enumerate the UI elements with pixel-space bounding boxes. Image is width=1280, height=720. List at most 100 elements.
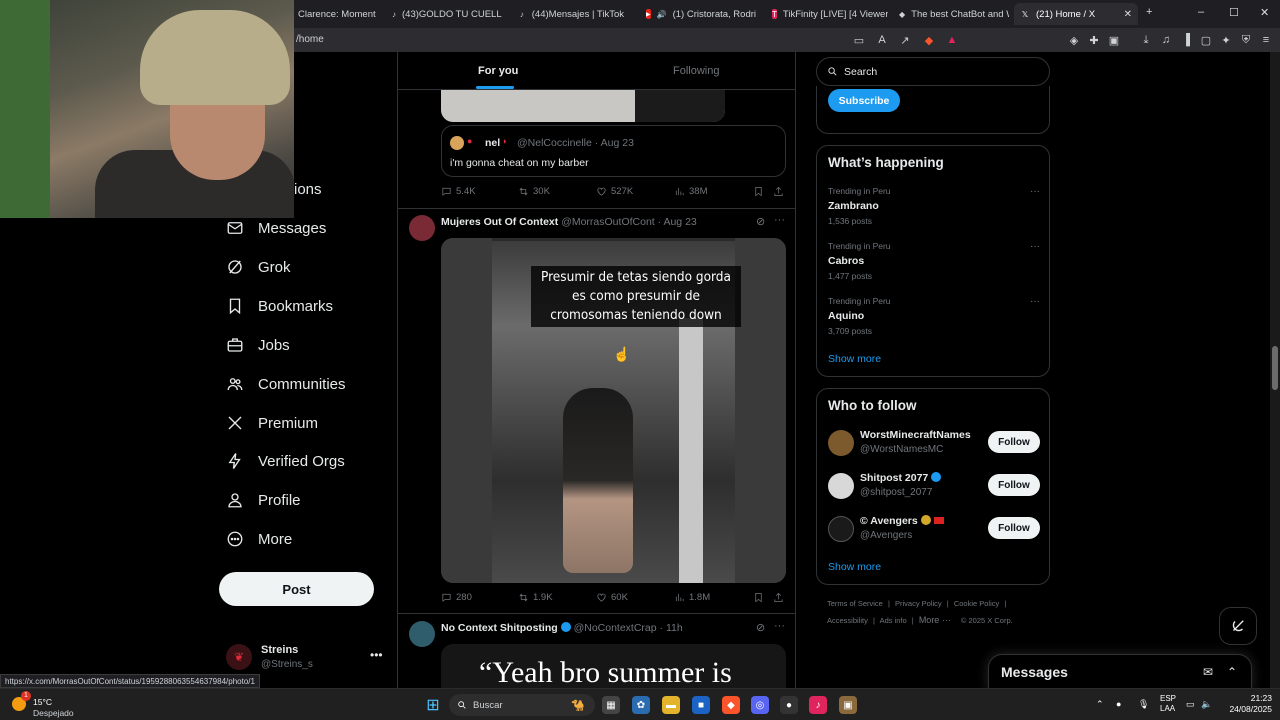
windows-start-icon[interactable]: ⊞ — [424, 696, 442, 714]
tab-capture-icon[interactable]: ▣ — [1107, 34, 1121, 47]
ads-info-link[interactable]: Ads info — [880, 616, 907, 625]
more-dots-icon[interactable]: ··· — [774, 620, 785, 632]
file-explorer-icon[interactable]: ▬ — [662, 696, 680, 714]
extensions-icon[interactable]: ✚ — [1087, 34, 1101, 47]
nav-item-bookmarks[interactable]: Bookmarks — [226, 291, 333, 321]
nav-item-profile[interactable]: Profile — [226, 485, 301, 515]
share-button[interactable] — [773, 592, 784, 603]
bookmark-button[interactable] — [753, 186, 764, 197]
views-button[interactable]: 1.8M — [674, 592, 710, 603]
tab-for-you[interactable]: For you — [478, 65, 518, 77]
more-dots-icon[interactable]: ··· — [774, 214, 785, 226]
cookie-link[interactable]: Cookie Policy — [954, 599, 999, 608]
like-button[interactable]: 527K — [596, 186, 633, 197]
follow-suggestion[interactable]: © Avengers @Avengers Follow — [828, 512, 1040, 546]
author-handle[interactable]: @MorrasOutOfCont · Aug 23 — [561, 216, 697, 228]
chevron-up-icon[interactable]: ⌃ — [1096, 699, 1104, 710]
minimize-button[interactable]: – — [1198, 6, 1204, 18]
more-dots-icon[interactable]: ··· — [1030, 296, 1040, 307]
browser-tab[interactable]: ▶ 🔊 (1) Cristorata, Rodrigo — [640, 3, 756, 25]
clock[interactable]: 21:23 24/08/2025 — [1226, 693, 1272, 715]
scrollbar-thumb[interactable] — [1272, 346, 1278, 390]
share-icon[interactable]: ↗ — [898, 34, 912, 47]
weather-widget[interactable]: 1 15°C Despejado — [12, 691, 82, 719]
maximize-button[interactable]: ☐ — [1229, 6, 1239, 19]
brave-icon[interactable]: ◆ — [722, 696, 740, 714]
tiktok-live-icon[interactable]: ♪ — [809, 696, 827, 714]
subscribe-button[interactable]: Subscribe — [828, 89, 900, 112]
obs-icon[interactable]: ● — [780, 696, 798, 714]
more-link[interactable]: More ··· — [919, 615, 951, 625]
avatar[interactable] — [409, 621, 435, 647]
trend-item[interactable]: Trending in Peru Cabros 1,477 posts ··· — [828, 241, 1040, 283]
menu-icon[interactable]: ≡ — [1259, 34, 1273, 46]
wallet-icon[interactable]: ▢ — [1199, 34, 1213, 47]
nav-item-jobs[interactable]: Jobs — [226, 330, 290, 360]
author-name[interactable]: Mujeres Out Of Context — [441, 216, 558, 228]
reply-button[interactable]: 5.4K — [441, 186, 476, 197]
new-tab-button[interactable]: + — [1146, 6, 1152, 18]
nav-item-premium[interactable]: Premium — [226, 408, 318, 438]
rewards-icon[interactable]: ▲ — [945, 34, 959, 46]
follow-suggestion[interactable]: WorstMinecraftNames @WorstNamesMC Follow — [828, 426, 1040, 460]
taskbar-search[interactable]: Buscar 🐪 — [449, 694, 595, 716]
trend-item[interactable]: Trending in Peru Aquino 3,709 posts ··· — [828, 296, 1040, 338]
accessibility-link[interactable]: Accessibility — [827, 616, 868, 625]
nav-item-grok[interactable]: Grok — [226, 252, 291, 282]
tweet-video[interactable]: Presumir de tetas siendo gorda es como p… — [441, 238, 786, 583]
views-button[interactable]: 38M — [674, 186, 707, 197]
store-icon[interactable]: ■ — [692, 696, 710, 714]
url-field[interactable]: /home — [296, 34, 324, 45]
nav-item-verified-orgs[interactable]: Verified Orgs — [226, 446, 345, 476]
browser-tab[interactable]: ♪ (44)Mensajes | TikTok — [512, 3, 630, 25]
grok-icon[interactable]: ⊘ — [756, 621, 765, 634]
bookmark-button[interactable] — [753, 592, 764, 603]
grok-icon[interactable]: ⊘ — [756, 215, 765, 228]
media-icon[interactable]: ♫ — [1159, 34, 1173, 46]
app-tray-icon[interactable]: ● — [1116, 699, 1121, 709]
close-window-button[interactable]: ✕ — [1260, 6, 1269, 19]
download-icon[interactable]: ⤓ — [1139, 34, 1153, 47]
show-more-link[interactable]: Show more — [828, 561, 881, 573]
browser-tab[interactable]: Clarence: Momentos d — [292, 3, 376, 25]
leo-icon[interactable]: ◈ — [1067, 34, 1081, 47]
author-handle[interactable]: @NoContextCrap · 11h — [574, 622, 683, 634]
language-indicator[interactable]: ESP LAA — [1160, 694, 1176, 714]
app-icon[interactable]: ▣ — [839, 696, 857, 714]
tab-following[interactable]: Following — [673, 65, 719, 77]
more-dots-icon[interactable]: ··· — [1030, 186, 1040, 197]
network-icon[interactable]: ▭ — [1186, 699, 1195, 710]
microphone-icon[interactable]: 🎙 — [1138, 699, 1149, 710]
browser-tab[interactable]: ◆ The best ChatBot and Wid — [893, 3, 1009, 25]
cast-icon[interactable]: ▭ — [852, 34, 866, 47]
follow-button[interactable]: Follow — [988, 474, 1040, 496]
share-button[interactable] — [773, 186, 784, 197]
browser-tab[interactable]: T TikFinity [LIVE] [4 Viewers] — [766, 3, 888, 25]
like-button[interactable]: 60K — [596, 592, 628, 603]
volume-icon[interactable]: 🔈 — [1201, 699, 1212, 710]
new-message-icon[interactable]: ✉ — [1203, 665, 1213, 679]
search-input[interactable]: Search — [816, 57, 1050, 86]
sidebar-icon[interactable]: ▐ — [1179, 34, 1193, 46]
trend-item[interactable]: Trending in Peru Zambrano 1,536 posts ··… — [828, 186, 1040, 228]
follow-suggestion[interactable]: Shitpost 2077 @shitpost_2077 Follow — [828, 469, 1040, 503]
vpn-icon[interactable]: ⛨ — [1239, 34, 1253, 47]
post-button[interactable]: Post — [219, 572, 374, 606]
task-view-icon[interactable]: ▦ — [602, 696, 620, 714]
discord-icon[interactable]: ◎ — [751, 696, 769, 714]
grok-button[interactable] — [1219, 607, 1257, 645]
more-dots-icon[interactable]: ••• — [370, 648, 383, 662]
copilot-icon[interactable]: ✿ — [632, 696, 650, 714]
close-tab-icon[interactable]: ✕ — [1124, 9, 1132, 20]
avatar[interactable] — [409, 215, 435, 241]
follow-button[interactable]: Follow — [988, 431, 1040, 453]
nav-item-communities[interactable]: Communities — [226, 369, 346, 399]
messages-drawer[interactable]: Messages ✉ ⌃ — [988, 654, 1252, 692]
browser-tab-active[interactable]: 𝕏 (21) Home / X ✕ — [1014, 3, 1138, 25]
translate-icon[interactable]: A — [875, 34, 889, 46]
privacy-link[interactable]: Privacy Policy — [895, 599, 942, 608]
terms-link[interactable]: Terms of Service — [827, 599, 883, 608]
show-more-link[interactable]: Show more — [828, 353, 881, 365]
account-switcher[interactable]: ❦ Streins @Streins_s ••• — [226, 642, 386, 676]
tweet-image[interactable] — [441, 90, 725, 122]
